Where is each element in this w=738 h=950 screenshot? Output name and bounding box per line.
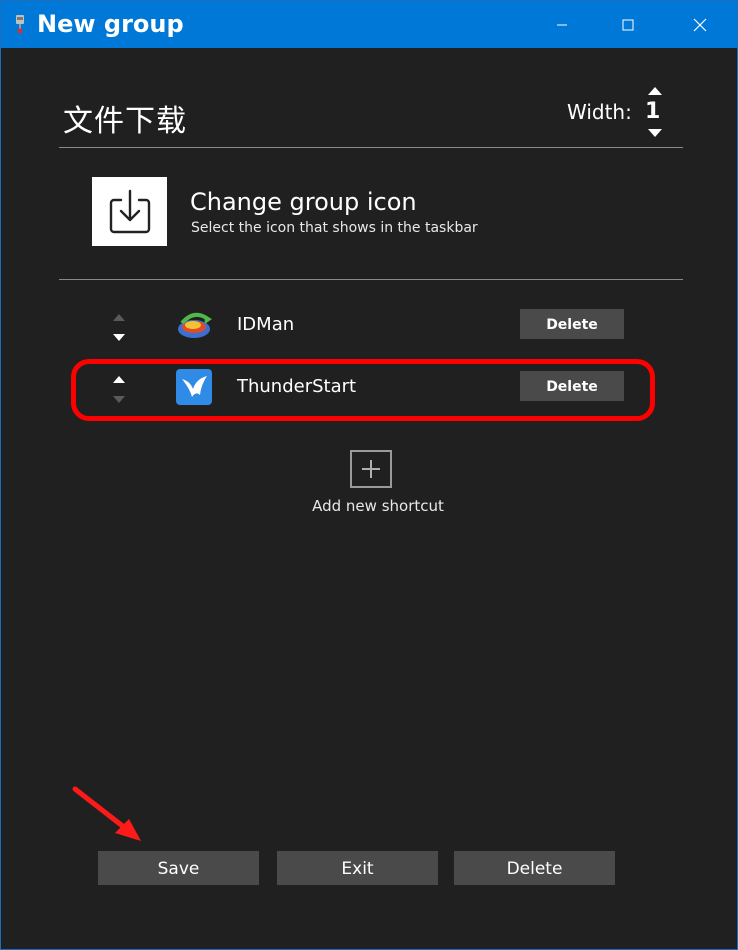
save-button[interactable]: Save <box>98 851 259 885</box>
shortcut-row: IDMan Delete <box>61 301 681 351</box>
title-bar[interactable]: New group <box>1 1 737 48</box>
delete-group-button[interactable]: Delete <box>454 851 615 885</box>
close-button[interactable] <box>677 1 723 48</box>
width-value[interactable]: 1 <box>645 98 660 126</box>
red-arrow-annotation-icon <box>72 786 141 841</box>
minimize-icon <box>557 24 567 25</box>
download-icon <box>109 189 150 233</box>
width-increase-arrow-icon[interactable] <box>645 83 665 97</box>
app-icon <box>11 14 29 34</box>
thunder-app-icon <box>174 367 214 407</box>
idm-app-icon <box>174 305 214 345</box>
minimize-button[interactable] <box>539 1 585 48</box>
shortcut-row: ThunderStart Delete <box>61 363 681 413</box>
group-icon-button[interactable] <box>92 177 167 246</box>
width-decrease-arrow-icon[interactable] <box>645 125 665 139</box>
delete-shortcut-button[interactable]: Delete <box>520 371 624 401</box>
plus-icon <box>362 460 380 478</box>
add-shortcut-label[interactable]: Add new shortcut <box>291 496 465 516</box>
width-label: Width: <box>567 100 632 124</box>
window-title: New group <box>37 10 184 38</box>
maximize-button[interactable] <box>605 1 651 48</box>
delete-shortcut-button[interactable]: Delete <box>520 309 624 339</box>
exit-button[interactable]: Exit <box>277 851 438 885</box>
move-down-arrow-icon[interactable] <box>109 390 129 403</box>
change-group-icon-subtitle: Select the icon that shows in the taskba… <box>191 220 478 236</box>
divider <box>59 147 683 148</box>
shortcut-name: IDMan <box>237 314 295 335</box>
move-up-arrow-icon[interactable] <box>109 370 129 383</box>
close-icon <box>693 18 707 31</box>
add-shortcut-button[interactable] <box>350 450 392 488</box>
move-down-arrow-icon[interactable] <box>109 328 129 341</box>
shortcut-name: ThunderStart <box>237 376 357 397</box>
group-name-field[interactable]: 文件下载 <box>63 101 187 143</box>
maximize-icon <box>622 19 634 30</box>
change-group-icon-title[interactable]: Change group icon <box>190 187 417 217</box>
move-up-arrow-icon[interactable] <box>109 308 129 321</box>
new-group-window: New group 文件下载 Width: 1 Change group ico… <box>0 0 738 950</box>
divider <box>59 279 683 280</box>
